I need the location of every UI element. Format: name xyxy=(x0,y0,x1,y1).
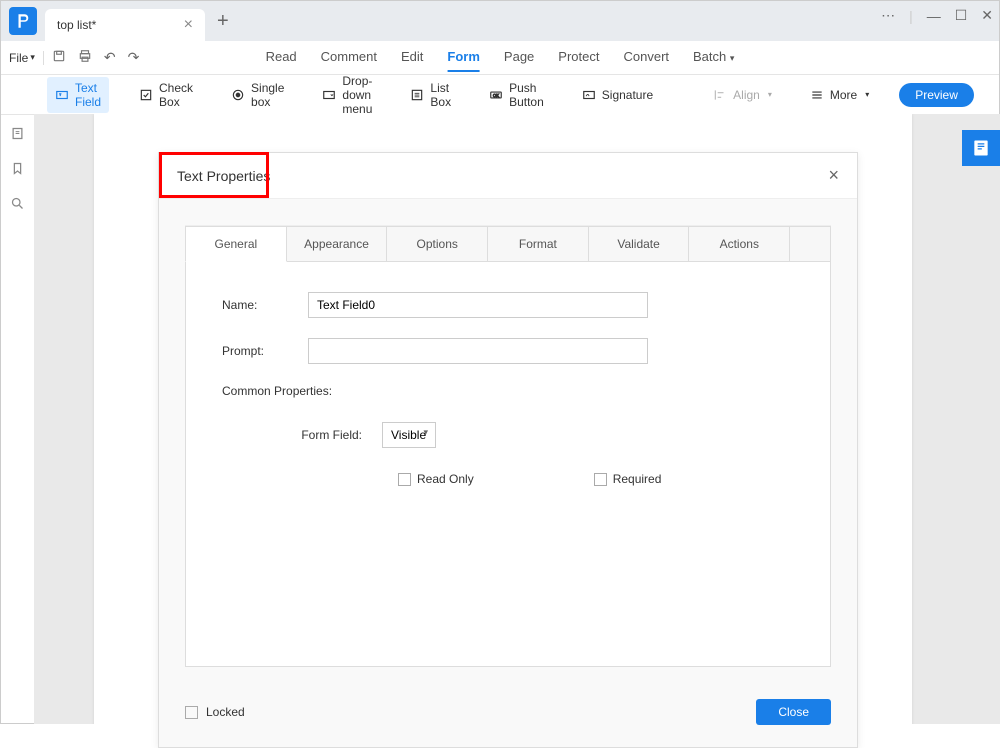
radio-icon xyxy=(231,88,245,102)
form-field-select[interactable]: Visible xyxy=(382,422,436,448)
checkbox-icon xyxy=(594,473,607,486)
prompt-label: Prompt: xyxy=(222,344,308,358)
svg-text:OK: OK xyxy=(493,92,499,97)
print-icon[interactable] xyxy=(78,49,92,66)
chevron-down-icon: ▾ xyxy=(768,90,772,99)
app-icon[interactable] xyxy=(9,7,37,35)
tab-close-icon[interactable]: × xyxy=(184,16,193,34)
listbox-icon xyxy=(410,88,424,102)
menubar: File ▾ ↶ ↷ Read Comment Edit Form Page P… xyxy=(1,41,999,75)
name-input[interactable] xyxy=(308,292,648,318)
main-tabs: Read Comment Edit Form Page Protect Conv… xyxy=(266,43,735,72)
dtab-appearance[interactable]: Appearance xyxy=(287,226,388,262)
maximize-icon[interactable]: ☐ xyxy=(955,7,968,24)
read-only-checkbox[interactable]: Read Only xyxy=(398,472,474,486)
chevron-down-icon: ▾ xyxy=(30,52,35,63)
list-box-button[interactable]: List Box xyxy=(402,77,459,113)
align-icon xyxy=(713,88,727,102)
push-button-button[interactable]: OK Push Button xyxy=(481,77,552,113)
tab-title: top list* xyxy=(57,18,184,32)
required-checkbox[interactable]: Required xyxy=(594,472,662,486)
form-toolbar: Text Field Check Box Single box Drop-dow… xyxy=(1,75,999,115)
dtab-blank xyxy=(790,226,831,262)
redo-icon[interactable]: ↷ xyxy=(128,49,140,66)
preview-button[interactable]: Preview xyxy=(899,83,974,107)
tab-edit[interactable]: Edit xyxy=(401,43,423,72)
dtab-general[interactable]: General xyxy=(185,226,287,262)
prompt-input[interactable] xyxy=(308,338,648,364)
chevron-down-icon: ▾ xyxy=(730,53,735,63)
dialog-header: Text Properties × xyxy=(159,153,857,199)
check-box-button[interactable]: Check Box xyxy=(131,77,201,113)
tab-convert[interactable]: Convert xyxy=(623,43,669,72)
button-icon: OK xyxy=(489,88,503,102)
tab-panel-general: Name: Prompt: Common Properties: Form Fi… xyxy=(185,262,831,667)
locked-checkbox[interactable]: Locked xyxy=(185,705,245,719)
window-controls: ⋯ | — ☐ ✕ xyxy=(881,7,993,24)
dropdown-button[interactable]: Drop-down menu xyxy=(314,70,380,120)
text-field-button[interactable]: Text Field xyxy=(47,77,109,113)
new-tab-button[interactable]: + xyxy=(217,10,229,33)
tab-protect[interactable]: Protect xyxy=(558,43,599,72)
tab-form[interactable]: Form xyxy=(447,43,480,72)
dialog-footer: Locked Close xyxy=(159,685,857,747)
titlebar: top list* × + ⋯ | — ☐ ✕ xyxy=(1,1,999,41)
form-field-row: Form Field: Visible xyxy=(222,422,794,448)
tab-batch[interactable]: Batch ▾ xyxy=(693,43,734,72)
left-rail xyxy=(0,114,34,215)
signature-icon xyxy=(582,88,596,102)
search-icon[interactable] xyxy=(10,196,25,215)
align-button[interactable]: Align ▾ xyxy=(705,84,780,106)
chevron-down-icon: ▾ xyxy=(865,90,869,99)
undo-icon[interactable]: ↶ xyxy=(104,49,116,66)
text-properties-dialog: Text Properties × General Appearance Opt… xyxy=(158,152,858,748)
close-button[interactable]: Close xyxy=(756,699,831,725)
checkbox-icon xyxy=(139,88,153,102)
quick-access-toolbar: ↶ ↷ xyxy=(52,49,139,66)
checkbox-icon xyxy=(398,473,411,486)
file-menu[interactable]: File ▾ xyxy=(9,51,44,65)
name-label: Name: xyxy=(222,298,308,312)
thumbnails-icon[interactable] xyxy=(10,126,25,145)
dialog-title: Text Properties xyxy=(177,168,270,184)
dtab-options[interactable]: Options xyxy=(387,226,488,262)
single-box-button[interactable]: Single box xyxy=(223,77,292,113)
hamburger-icon xyxy=(810,88,824,102)
file-menu-label: File xyxy=(9,51,28,65)
form-field-label: Form Field: xyxy=(296,428,382,442)
save-icon[interactable] xyxy=(52,49,66,66)
tab-comment[interactable]: Comment xyxy=(321,43,377,72)
close-window-icon[interactable]: ✕ xyxy=(981,7,993,24)
document-tab[interactable]: top list* × xyxy=(45,9,205,41)
dropdown-icon xyxy=(322,88,336,102)
dialog-tabs: General Appearance Options Format Valida… xyxy=(185,225,831,262)
bookmark-icon[interactable] xyxy=(10,161,25,180)
checkbox-icon xyxy=(185,706,198,719)
dtab-validate[interactable]: Validate xyxy=(589,226,690,262)
kebab-icon[interactable]: ⋯ xyxy=(881,7,895,24)
text-field-icon xyxy=(55,88,69,102)
tab-page[interactable]: Page xyxy=(504,43,534,72)
more-button[interactable]: More ▾ xyxy=(802,84,877,106)
prompt-row: Prompt: xyxy=(222,338,794,364)
common-properties-label: Common Properties: xyxy=(222,384,794,398)
checks-row: Read Only Required xyxy=(398,472,794,486)
right-dock-button[interactable] xyxy=(962,130,1000,166)
dtab-actions[interactable]: Actions xyxy=(689,226,790,262)
minimize-icon[interactable]: — xyxy=(927,8,941,24)
name-row: Name: xyxy=(222,292,794,318)
dialog-close-icon[interactable]: × xyxy=(828,165,839,186)
dialog-body: General Appearance Options Format Valida… xyxy=(159,199,857,685)
signature-button[interactable]: Signature xyxy=(574,84,661,106)
dtab-format[interactable]: Format xyxy=(488,226,589,262)
tab-read[interactable]: Read xyxy=(266,43,297,72)
